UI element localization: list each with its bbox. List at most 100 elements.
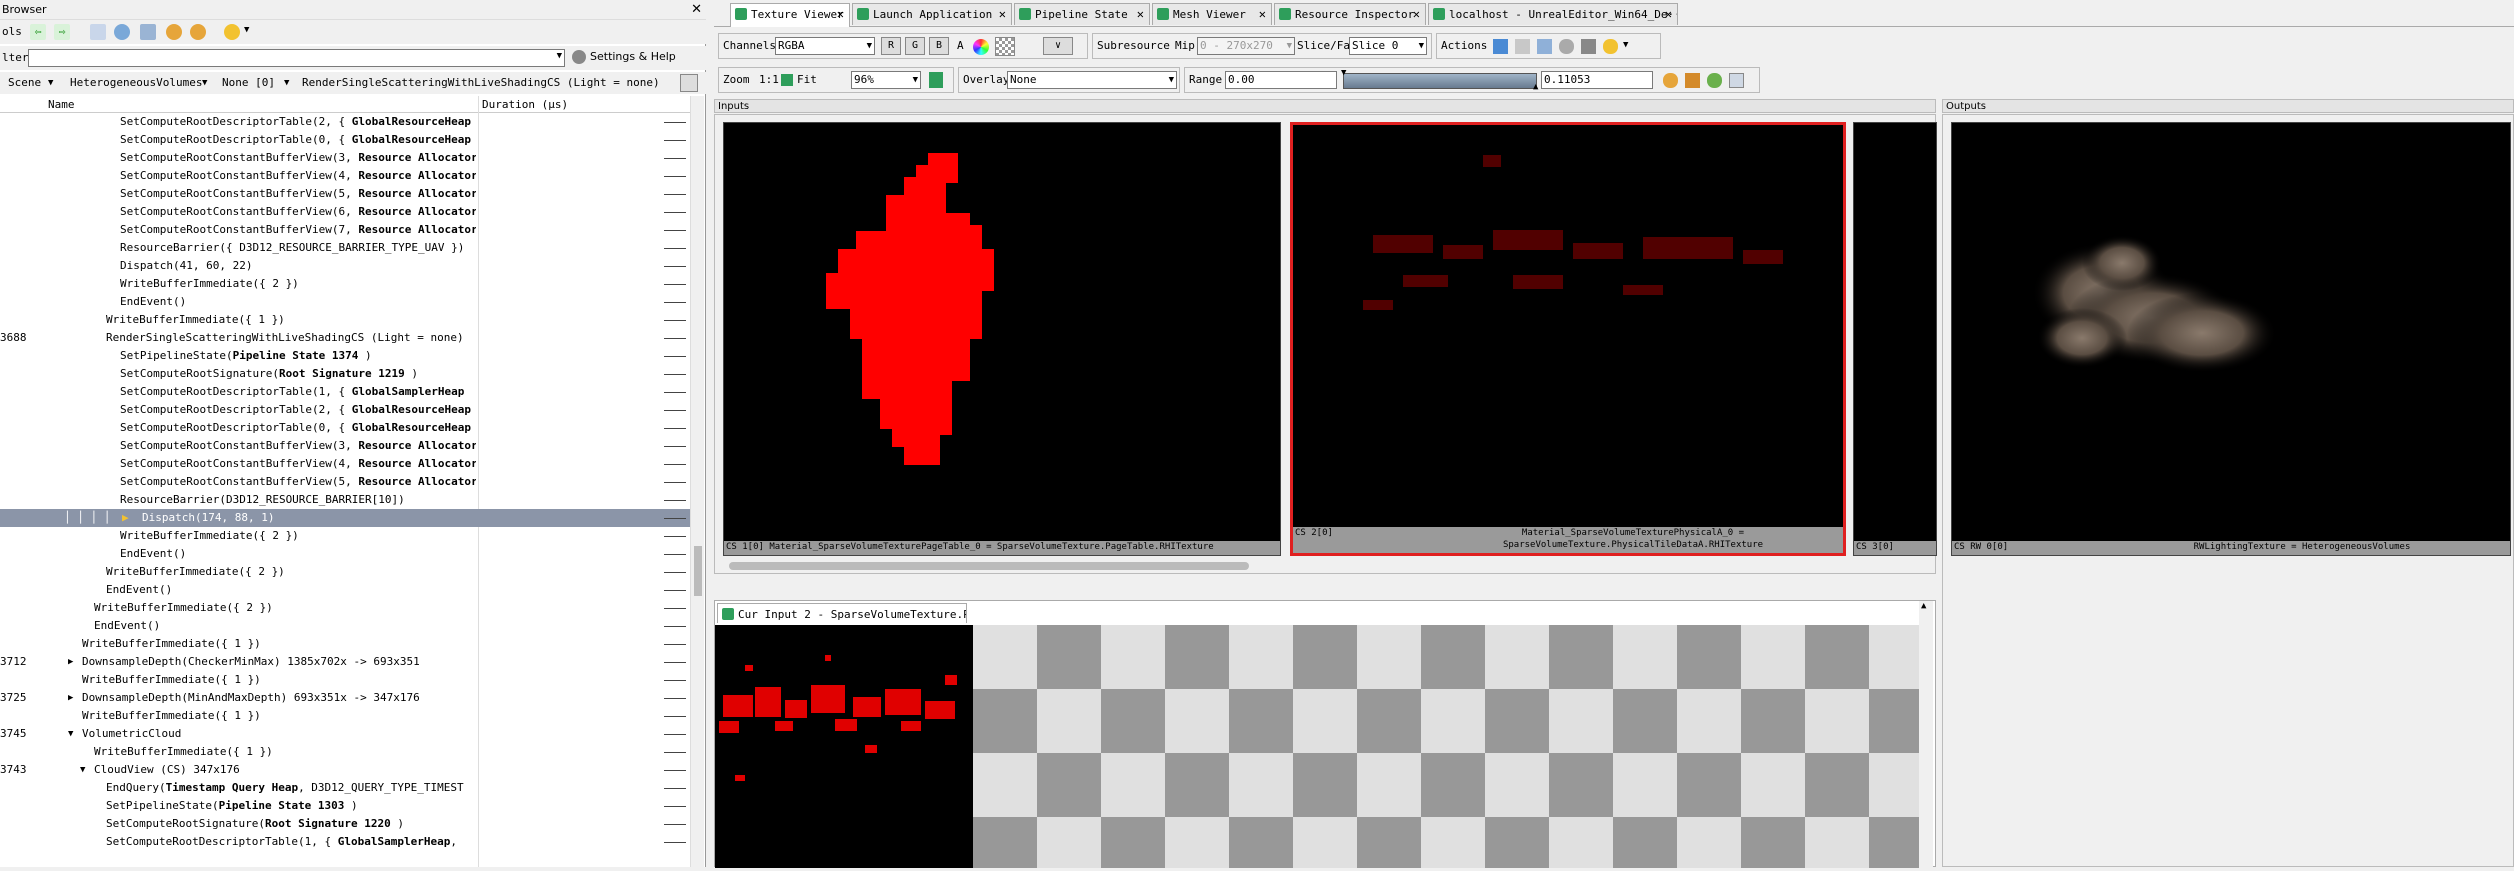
resource-link[interactable]: Root Signature 1219 — [279, 367, 405, 380]
settings-gear-icon[interactable] — [190, 24, 206, 40]
zoom-1to1-button[interactable]: 1:1 — [759, 68, 779, 92]
resource-link[interactable]: Resource Allocator — [358, 151, 476, 164]
auto-fit-icon[interactable] — [1685, 73, 1700, 88]
event-row[interactable]: 3725 ▶ DownsampleDepth(MinAndMaxDepth) 693… — [0, 689, 690, 707]
breadcrumb-item[interactable]: RenderSingleScatteringWithLiveShadingCS … — [302, 72, 660, 94]
resource-link[interactable]: Resource Allocator — [358, 205, 476, 218]
range-max-input[interactable]: 0.11053 — [1541, 71, 1653, 89]
back-arrow-icon[interactable]: ⇦ — [30, 24, 46, 40]
resource-link[interactable]: Pipeline State 1303 — [219, 799, 345, 812]
event-row[interactable]: SetComputeRootDescriptorTable(2, { Globa… — [0, 113, 690, 131]
colorize-icon[interactable] — [166, 24, 182, 40]
input-thumbnail-page-table[interactable]: CS 1[0] Material_SparseVolumeTexturePage… — [723, 122, 1281, 556]
time-icon[interactable] — [114, 24, 130, 40]
range-histogram[interactable] — [1343, 73, 1537, 89]
event-row[interactable]: WriteBufferImmediate({ 2 }) — [0, 527, 690, 545]
event-row[interactable]: WriteBufferImmediate({ 2 }) — [0, 599, 690, 617]
event-row[interactable]: SetComputeRootDescriptorTable(0, { Globa… — [0, 419, 690, 437]
event-row[interactable]: WriteBufferImmediate({ 1 }) — [0, 635, 690, 653]
event-row[interactable]: SetComputeRootConstantBufferView(3, Reso… — [0, 437, 690, 455]
event-row[interactable]: 3743 ▼ CloudView (CS) 347x176 — [0, 761, 690, 779]
event-row[interactable]: EndEvent() — [0, 293, 690, 311]
resource-link[interactable]: GlobalResourceHeap — [352, 403, 471, 416]
chevron-up-icon[interactable]: ▲ — [1921, 601, 1926, 611]
settings-icon[interactable] — [1603, 39, 1618, 54]
resource-link[interactable]: GlobalResourceHeap — [352, 133, 471, 146]
event-row[interactable]: SetPipelineState(Pipeline State 1374 ) — [0, 347, 690, 365]
event-row[interactable]: ResourceBarrier(D3D12_RESOURCE_BARRIER[1… — [0, 491, 690, 509]
gear-icon[interactable] — [572, 50, 586, 64]
tab-mesh-viewer[interactable]: Mesh Viewer ✕ — [1152, 3, 1272, 25]
event-row[interactable]: SetComputeRootSignature(Root Signature 1… — [0, 365, 690, 383]
event-row[interactable]: SetComputeRootConstantBufferView(4, Reso… — [0, 455, 690, 473]
event-row[interactable]: SetComputeRootConstantBufferView(5, Reso… — [0, 473, 690, 491]
vertical-scrollbar[interactable] — [690, 96, 704, 867]
red-channel-toggle[interactable]: R — [881, 37, 901, 55]
alpha-channel-toggle[interactable]: A — [957, 34, 964, 58]
event-row[interactable]: EndEvent() — [0, 581, 690, 599]
save-icon[interactable] — [1493, 39, 1508, 54]
event-row[interactable]: SetComputeRootConstantBufferView(5, Reso… — [0, 185, 690, 203]
event-row[interactable]: Dispatch(41, 60, 22) — [0, 257, 690, 275]
resource-link[interactable]: Timestamp Query Heap — [166, 781, 298, 794]
event-row[interactable]: SetComputeRootDescriptorTable(1, { Globa… — [0, 383, 690, 401]
chevron-down-icon[interactable]: ▼ — [284, 72, 289, 94]
bookmark-icon[interactable] — [140, 24, 156, 40]
column-header-name[interactable]: Name — [48, 96, 75, 113]
chevron-down-icon[interactable]: ▼ — [202, 72, 207, 94]
close-icon[interactable]: ✕ — [691, 0, 702, 19]
event-row[interactable]: SetComputeRootConstantBufferView(4, Reso… — [0, 167, 690, 185]
view-icon[interactable] — [1537, 39, 1552, 54]
resource-link[interactable]: GlobalResourceHeap — [352, 115, 471, 128]
cur-input-vertical-scrollbar[interactable]: ▲ — [1919, 601, 1933, 868]
range-min-handle[interactable]: ▼ — [1341, 68, 1346, 78]
breadcrumb-item[interactable]: Scene — [8, 72, 41, 94]
event-row[interactable]: WriteBufferImmediate({ 2 }) — [0, 563, 690, 581]
close-icon[interactable]: ✕ — [1137, 4, 1144, 25]
mip-select[interactable]: 0 - 270x270 ▼ — [1197, 37, 1295, 55]
event-row[interactable]: WriteBufferImmediate({ 1 }) — [0, 311, 690, 329]
chevron-down-icon[interactable]: ▼ — [1623, 40, 1628, 50]
event-row[interactable]: SetComputeRootDescriptorTable(1, { Globa… — [0, 833, 690, 851]
event-row[interactable]: 3712 ▶ DownsampleDepth(CheckerMinMax) 1385… — [0, 653, 690, 671]
event-row[interactable]: WriteBufferImmediate({ 2 }) — [0, 275, 690, 293]
resource-link[interactable]: Resource Allocator — [358, 169, 476, 182]
chevron-down-icon[interactable]: ▼ — [244, 25, 249, 35]
green-channel-toggle[interactable]: G — [905, 37, 925, 55]
expanded-chevron-icon[interactable]: ▼ — [68, 725, 73, 743]
slice-select[interactable]: Slice 0 ▼ — [1349, 37, 1427, 55]
zoom-select[interactable]: 96% ▼ — [851, 71, 921, 89]
tab-launch-application[interactable]: Launch Application ✕ — [852, 3, 1012, 25]
zoom-range-icon[interactable] — [1663, 73, 1678, 88]
close-icon[interactable]: ✕ — [837, 4, 844, 25]
chevron-down-icon[interactable]: ▼ — [557, 51, 562, 61]
filter-input[interactable]: ▼ — [28, 49, 565, 67]
checkerboard-icon[interactable] — [995, 37, 1015, 56]
breadcrumb-item[interactable]: None [0] — [222, 72, 275, 94]
tab-localhost-capture[interactable]: localhost - UnrealEditor_Win64_De··· ✕ — [1428, 3, 1678, 25]
tab-resource-inspector[interactable]: Resource Inspector ✕ — [1274, 3, 1426, 25]
resource-link[interactable]: Resource Allocator — [358, 223, 476, 236]
resource-link[interactable]: Pipeline State 1374 — [233, 349, 359, 362]
event-row[interactable]: WriteBufferImmediate({ 1 }) — [0, 671, 690, 689]
blue-channel-toggle[interactable]: B — [929, 37, 949, 55]
range-max-handle[interactable]: ▲ — [1533, 82, 1538, 92]
close-icon[interactable]: ✕ — [1259, 4, 1266, 25]
close-icon[interactable]: ✕ — [1413, 4, 1420, 25]
overlay-select[interactable]: None ▼ — [1007, 71, 1177, 89]
resource-link[interactable]: GlobalSamplerHeap — [338, 835, 451, 848]
tab-pipeline-state[interactable]: Pipeline State ✕ — [1014, 3, 1150, 25]
event-row[interactable]: SetComputeRootDescriptorTable(2, { Globa… — [0, 401, 690, 419]
column-header-duration[interactable]: Duration (µs) — [482, 96, 568, 113]
histogram-icon[interactable] — [1729, 73, 1744, 88]
event-row[interactable]: SetPipelineState(Pipeline State 1303 ) — [0, 797, 690, 815]
event-row[interactable]: SetComputeRootSignature(Root Signature 1… — [0, 815, 690, 833]
resource-link[interactable]: GlobalResourceHeap — [352, 421, 471, 434]
range-min-input[interactable]: 0.00 — [1225, 71, 1337, 89]
action-menu-icon[interactable] — [224, 24, 240, 40]
tab-texture-viewer[interactable]: Texture Viewer ✕ — [730, 3, 850, 27]
channels-select[interactable]: RGBA ▼ — [775, 37, 875, 55]
tab-cur-input[interactable]: Cur Input 2 - SparseVolumeTexture.Ph··· — [717, 603, 967, 623]
resource-link[interactable]: Resource Allocator — [358, 475, 476, 488]
fit-icon[interactable] — [781, 74, 793, 86]
